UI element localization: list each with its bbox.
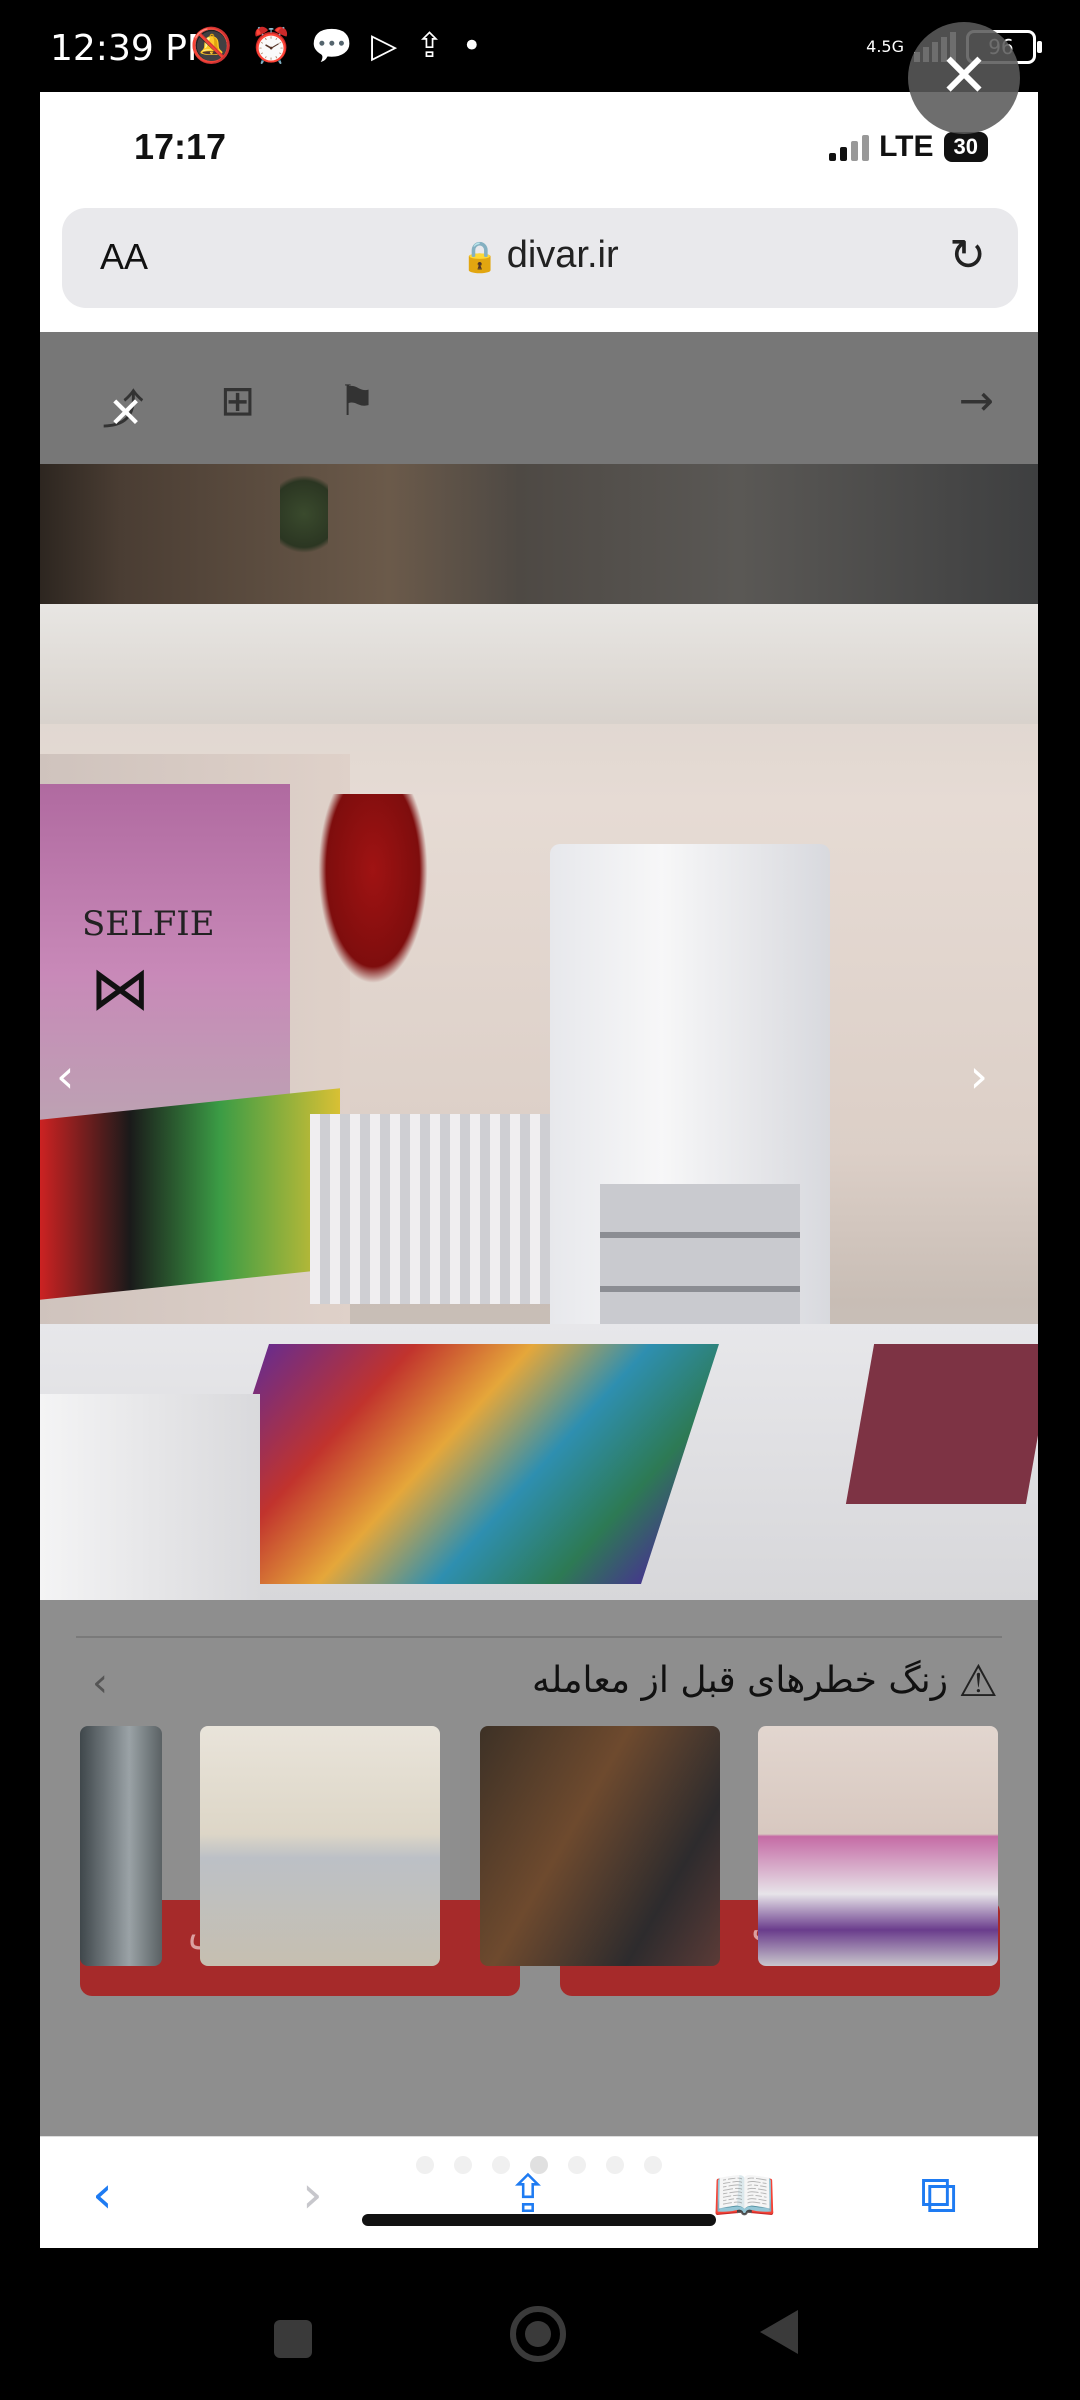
chat-icon: 💬 bbox=[310, 26, 354, 66]
photo-cabinet bbox=[40, 1394, 260, 1600]
ios-battery: 30 bbox=[943, 132, 988, 162]
photo-ceiling bbox=[40, 604, 1038, 724]
chevron-left-icon[interactable]: ‹ bbox=[92, 1660, 108, 1706]
lock-icon: 🔒 bbox=[461, 241, 499, 274]
photo-wardrobe-drawers bbox=[600, 1184, 800, 1344]
dot bbox=[454, 2156, 472, 2174]
bow-tie-icon: ⋈ bbox=[90, 954, 150, 1024]
thumbnail[interactable] bbox=[200, 1726, 440, 1966]
gallery-next-button[interactable]: › bbox=[970, 1049, 988, 1103]
photo-mat bbox=[845, 1344, 1038, 1504]
dot-active bbox=[530, 2156, 548, 2174]
ios-status-icons: LTE 30 bbox=[829, 130, 988, 164]
ad-toolbar: ⤴ ✕ ⊞ ⚑ → bbox=[40, 332, 1038, 464]
dot-icon: • bbox=[461, 26, 482, 66]
gallery-photo[interactable]: SELFIE ⋈ ‹ › bbox=[40, 604, 1038, 1600]
close-gallery-icon[interactable]: ✕ bbox=[108, 388, 143, 437]
ios-screenshot: 17:17 LTE 30 AA 🔒 divar.ir ↻ ⤴ ✕ ⊞ ⚑ → S… bbox=[40, 92, 1038, 2248]
divider bbox=[76, 1636, 1002, 1638]
url-display[interactable]: 🔒 divar.ir bbox=[62, 234, 1018, 277]
dot bbox=[492, 2156, 510, 2174]
network-speed: 4.5G bbox=[866, 37, 904, 56]
home-indicator[interactable] bbox=[362, 2214, 716, 2226]
ios-status-bar: 17:17 LTE 30 bbox=[40, 92, 1038, 202]
dot bbox=[568, 2156, 586, 2174]
close-screenshot-button[interactable]: ✕ bbox=[908, 22, 1020, 134]
gallery-prev-button[interactable]: ‹ bbox=[56, 1049, 74, 1103]
thumbnail[interactable] bbox=[480, 1726, 720, 1966]
android-notification-icons: 🔕 ⏰ 💬 ▷ ⇪ • bbox=[190, 24, 482, 68]
reload-icon[interactable]: ↻ bbox=[949, 230, 986, 281]
alarm-icon: ⏰ bbox=[250, 26, 293, 66]
url-text: divar.ir bbox=[506, 234, 619, 276]
photo-crib bbox=[310, 1114, 570, 1304]
recents-button[interactable] bbox=[274, 2320, 312, 2358]
safari-toolbar: ‹ › ⇪ 📖 ⧉ bbox=[40, 2136, 1038, 2248]
home-button[interactable] bbox=[510, 2306, 566, 2362]
photo-rug bbox=[191, 1344, 719, 1584]
address-bar[interactable]: AA 🔒 divar.ir ↻ bbox=[62, 208, 1018, 308]
warning-icon: ⚠ bbox=[958, 1656, 998, 1707]
dot bbox=[416, 2156, 434, 2174]
arrow-forward-icon[interactable]: → bbox=[959, 376, 994, 425]
bookmark-icon[interactable]: ⚑ bbox=[338, 376, 376, 425]
add-note-icon[interactable]: ⊞ bbox=[220, 376, 255, 425]
ad-details-dimmed: ‹ زنگ خطرهای قبل از معامله ⚠ اطلاعات تما… bbox=[40, 1600, 1038, 2136]
page-content: ⤴ ✕ ⊞ ⚑ → SELFIE ⋈ ‹ › ‹ زنگ خطرهای قبل … bbox=[40, 332, 1038, 2136]
upload-icon: ⇪ bbox=[415, 26, 444, 66]
network-type: LTE bbox=[879, 130, 934, 163]
poster-text: SELFIE bbox=[82, 904, 215, 944]
ios-clock: 17:17 bbox=[134, 126, 227, 167]
safety-warning-title[interactable]: زنگ خطرهای قبل از معامله bbox=[532, 1660, 948, 1701]
thumbnail[interactable] bbox=[80, 1726, 162, 1966]
photo-bed bbox=[40, 1088, 340, 1300]
back-button[interactable] bbox=[760, 2310, 798, 2354]
page-dots bbox=[40, 2156, 1038, 2178]
teddy-bear bbox=[318, 794, 428, 984]
mute-icon: 🔕 bbox=[190, 26, 233, 66]
play-icon: ▷ bbox=[371, 26, 398, 66]
previous-photo-strip bbox=[40, 464, 1038, 604]
hanging-plant bbox=[280, 464, 328, 564]
dot bbox=[606, 2156, 624, 2174]
dot bbox=[644, 2156, 662, 2174]
cellular-signal-icon bbox=[829, 133, 870, 161]
thumbnail-selected[interactable] bbox=[758, 1726, 998, 1966]
